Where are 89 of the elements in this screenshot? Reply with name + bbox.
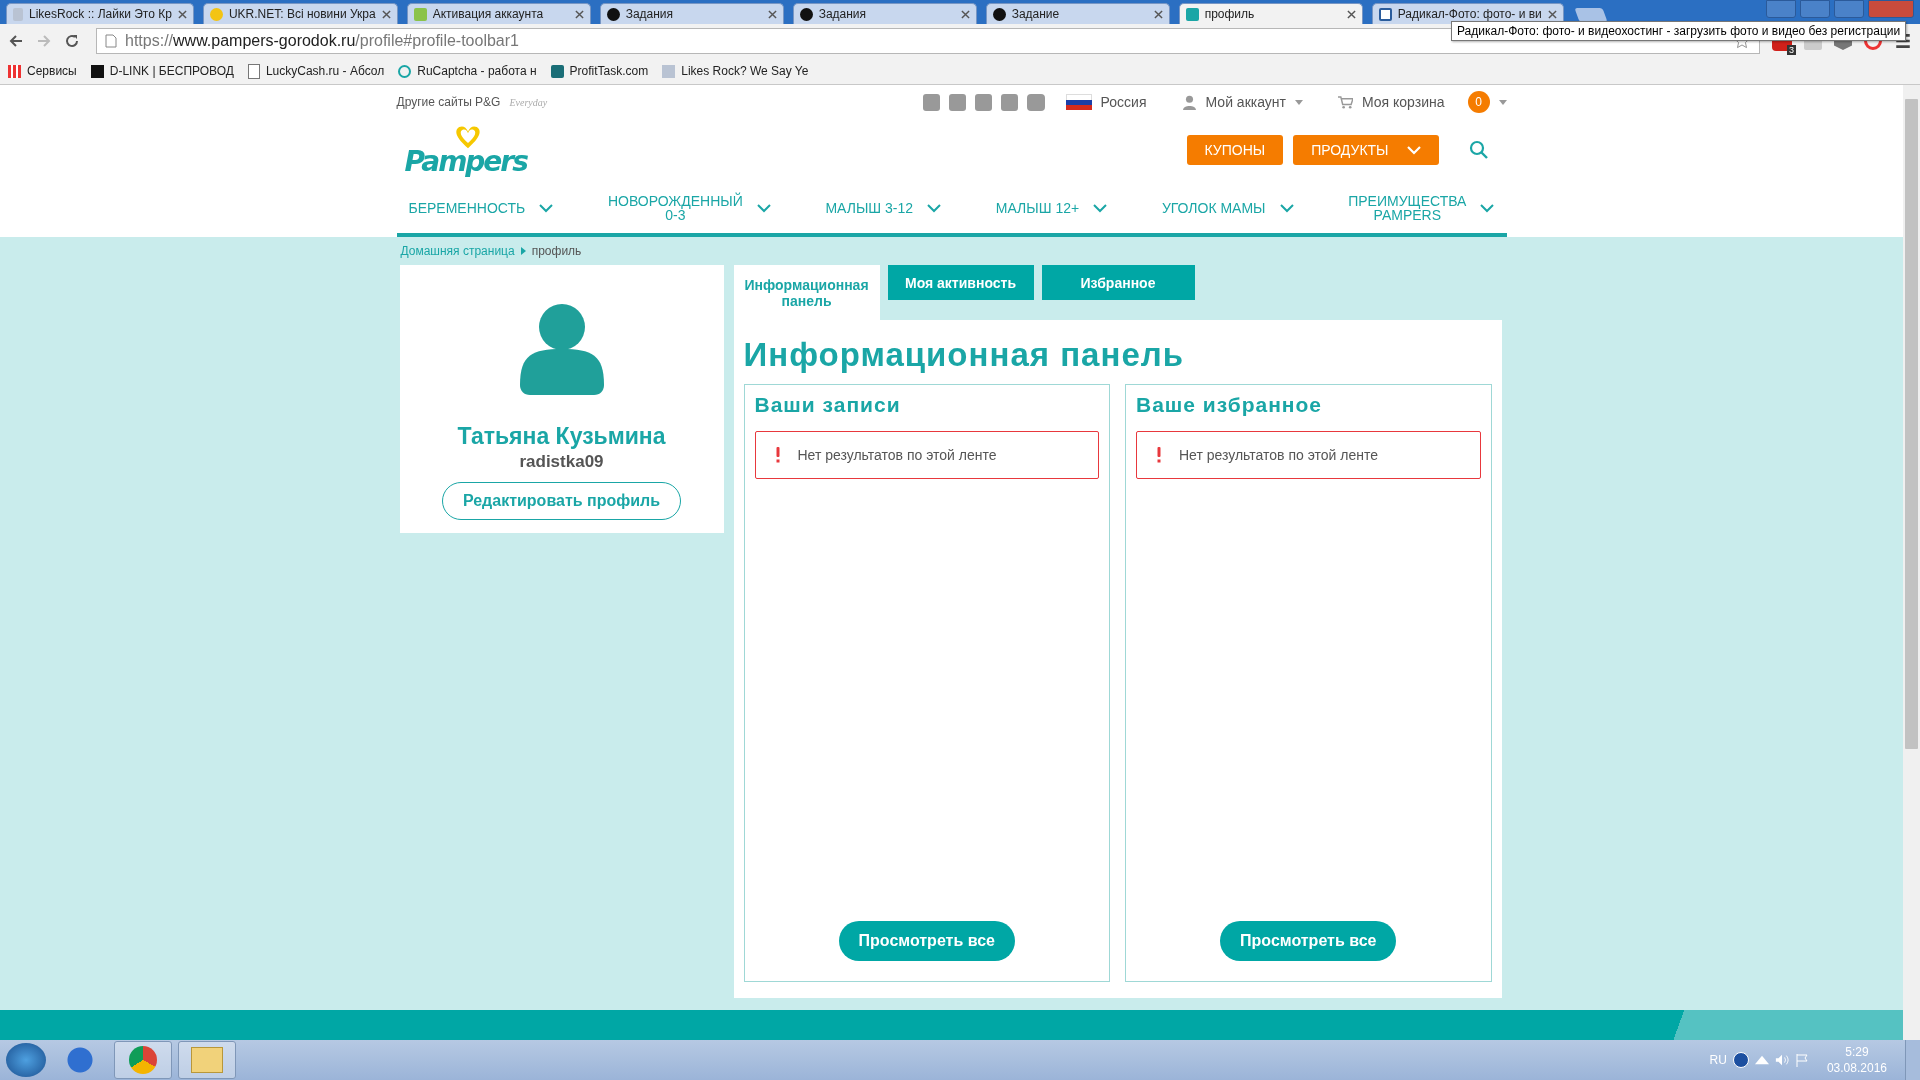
nav-menu-item[interactable]: УГОЛОК МАМЫ — [1161, 201, 1294, 215]
bookmark-label: Сервисы — [27, 64, 77, 78]
browser-tab[interactable]: Задания — [599, 3, 784, 24]
nav-menu-item[interactable]: НОВОРОЖДЕННЫЙ 0-3 — [607, 194, 771, 222]
view-all-button[interactable]: Просмотреть все — [838, 921, 1015, 961]
tooltip: Радикал-Фото: фото- и видеохостинг - загрузить фото и видео без регистрации — [1451, 21, 1907, 41]
everyday-logo[interactable]: Everyday — [509, 96, 548, 108]
tab[interactable]: Избранное — [1041, 265, 1195, 300]
social-icon[interactable] — [948, 93, 966, 111]
envelope-icon — [413, 7, 427, 21]
clock-time: 5:29 — [1845, 1044, 1869, 1060]
cart-count-badge: 0 — [1467, 91, 1490, 113]
bookmark-label: D-LINK | БЕСПРОВОД — [109, 64, 234, 78]
caret-icon[interactable] — [1498, 99, 1507, 105]
browser-icon[interactable] — [114, 1041, 172, 1079]
browser-tab[interactable]: LikesRock :: Лайки Это Кр — [6, 3, 194, 24]
circle-icon — [992, 7, 1006, 21]
nav-menu-item[interactable]: БЕРЕМЕННОСТЬ — [408, 201, 554, 215]
bookmark-label: ProfitTask.com — [569, 64, 649, 78]
chevron-icon — [1279, 203, 1294, 213]
tab[interactable]: Информационная панель — [733, 265, 880, 320]
card-title: Ваше избранное — [1136, 393, 1324, 417]
reload-icon[interactable] — [64, 33, 80, 49]
count-badge: 3 — [1787, 45, 1796, 55]
browser-tab[interactable]: Задания — [792, 3, 977, 24]
panel-heading: Информационная панель — [743, 336, 1185, 374]
menu-button[interactable]: ПРОДУКТЫ — [1293, 135, 1439, 165]
circle-icon — [606, 7, 620, 21]
square-icon — [1378, 7, 1392, 21]
cart-icon — [1337, 94, 1353, 110]
chevron-icon — [756, 203, 771, 213]
account-link[interactable]: Мой аккаунт — [1205, 94, 1286, 110]
other-sites-link[interactable]: Другие сайты P&G — [396, 95, 501, 109]
region-link[interactable]: Россия — [1100, 94, 1147, 110]
view-all-button[interactable]: Просмотреть все — [1220, 921, 1397, 961]
breadcrumb-link[interactable]: Домашняя страница — [400, 244, 515, 258]
scrollbar[interactable] — [1903, 85, 1920, 1040]
alert-text: Нет результатов по этой ленте — [797, 447, 997, 463]
speaker-icon[interactable] — [1774, 1053, 1789, 1067]
triangle-icon — [520, 247, 526, 255]
language-indicator[interactable]: RU — [1709, 1053, 1727, 1067]
bookmark-label: LuckyCash.ru - Абсол — [265, 64, 385, 78]
breadcrumb-current: профиль — [531, 244, 582, 258]
page-icon — [105, 34, 117, 48]
forward-icon[interactable] — [36, 33, 52, 49]
caret-icon[interactable] — [1294, 99, 1303, 105]
coin-icon — [209, 7, 223, 21]
menu-button[interactable]: КУПОНЫ — [1186, 135, 1284, 165]
chevron-icon — [1093, 203, 1108, 213]
back-icon[interactable] — [8, 33, 24, 49]
profile-name: Татьяна Кузьмина — [457, 423, 666, 450]
chevron-icon — [1480, 203, 1495, 213]
cart-link[interactable]: Моя корзина — [1361, 94, 1445, 110]
nav-menu-item[interactable]: ПРЕИМУЩЕСТВА PAMPERS — [1348, 194, 1495, 222]
social-icon[interactable] — [922, 93, 940, 111]
show-desktop-button[interactable] — [1905, 1040, 1920, 1080]
square-icon — [90, 64, 104, 78]
username: radistka09 — [519, 452, 604, 472]
circle-icon — [799, 7, 813, 21]
nav-menu-item[interactable]: МАЛЫШ 12+ — [995, 201, 1108, 215]
browser-tab[interactable]: Активация аккаунта — [406, 3, 591, 24]
exclamation-icon — [1157, 447, 1161, 463]
square-icon — [550, 64, 564, 78]
arrow-up-icon[interactable] — [1754, 1053, 1769, 1067]
start-button[interactable] — [6, 1043, 46, 1077]
new-tab-button[interactable] — [1574, 8, 1608, 22]
exclamation-icon — [775, 447, 780, 463]
flag-icon — [1065, 93, 1092, 111]
bookmark-label: RuCaptcha - работа н — [417, 64, 537, 78]
alert-text: Нет результатов по этой ленте — [1179, 447, 1378, 463]
nav-menu-item[interactable]: МАЛЫШ 3-12 — [825, 201, 942, 215]
page-icon — [247, 63, 260, 79]
bookmark-label: Likes Rock? We Say Ye — [681, 64, 809, 78]
flag-icon[interactable] — [1794, 1053, 1809, 1067]
tab[interactable]: Моя активность — [887, 265, 1034, 300]
social-icon[interactable] — [974, 93, 992, 111]
browser-tab[interactable]: UKR.NET: Всі новини Укра — [202, 3, 398, 24]
browser-tab[interactable]: профиль — [1178, 3, 1363, 24]
edit-profile-button[interactable]: Редактировать профиль — [441, 482, 682, 520]
folder-icon[interactable] — [178, 1041, 236, 1079]
clock-date: 03.08.2016 — [1826, 1060, 1887, 1076]
card-title: Ваши записи — [754, 393, 902, 417]
search-icon[interactable] — [1468, 140, 1489, 160]
chevron-icon — [927, 203, 942, 213]
ring-icon — [398, 64, 412, 78]
apps-icon — [8, 64, 21, 78]
pampers-logo[interactable]: Pampers — [396, 120, 539, 180]
chevron-icon — [539, 203, 554, 213]
browser-tab[interactable]: Задание — [985, 3, 1170, 24]
